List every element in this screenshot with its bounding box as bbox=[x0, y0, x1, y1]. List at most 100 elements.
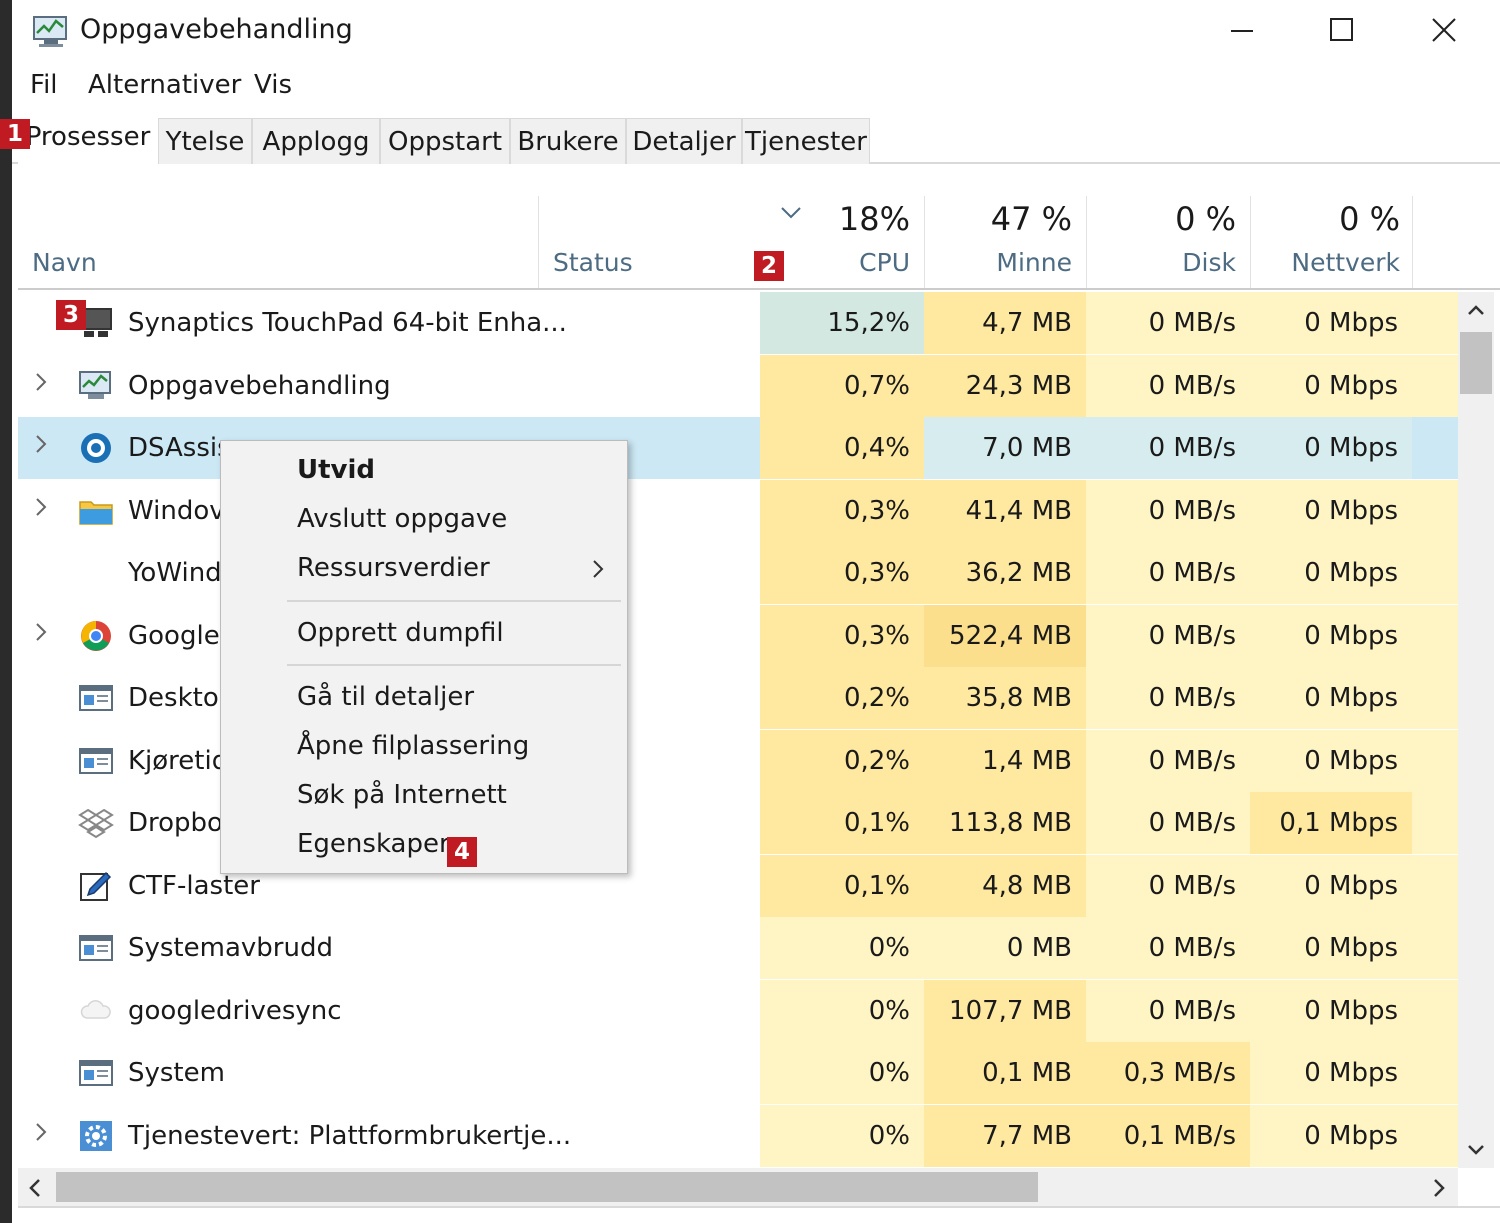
network-cell: 0 Mbps bbox=[1304, 620, 1398, 651]
context-menu: Utvid Avslutt oppgave Ressursverdier Opp… bbox=[220, 440, 628, 874]
context-separator bbox=[287, 664, 621, 666]
menu-view[interactable]: Vis bbox=[254, 70, 292, 100]
expand-chevron-icon[interactable] bbox=[34, 371, 54, 399]
column-status[interactable]: Status bbox=[553, 248, 633, 277]
tab-processes[interactable]: Prosesser bbox=[18, 110, 158, 164]
footer-divider bbox=[18, 1206, 1500, 1208]
scroll-up-arrow-icon[interactable] bbox=[1467, 304, 1485, 316]
tab-app-history[interactable]: Applogg bbox=[252, 118, 380, 164]
scroll-down-arrow-icon[interactable] bbox=[1467, 1144, 1485, 1156]
minimize-button[interactable] bbox=[1212, 6, 1272, 54]
memory-cell: 4,8 MB bbox=[982, 870, 1072, 901]
vertical-scrollbar[interactable] bbox=[1458, 292, 1494, 1168]
process-name: System bbox=[128, 1058, 225, 1088]
cpu-cell: 0,4% bbox=[843, 433, 910, 463]
maximize-button[interactable] bbox=[1312, 6, 1372, 54]
row-tail-bg bbox=[1412, 354, 1458, 417]
cpu-cell: 0,1% bbox=[843, 808, 910, 838]
table-row[interactable]: 15,2% 4,7 MB 0 MB/s 0 Mbps Synaptics TouchPa… bbox=[18, 292, 1458, 354]
expand-chevron-icon[interactable] bbox=[34, 1121, 54, 1149]
menu-file[interactable]: Fil bbox=[30, 70, 58, 100]
scroll-right-arrow-icon[interactable] bbox=[1432, 1178, 1446, 1198]
cpu-cell: 0,7% bbox=[843, 370, 910, 401]
table-row[interactable]: 0,7% 24,3 MB 0 MB/s 0 Mbps Oppgavebehandling bbox=[18, 354, 1458, 417]
chrome-icon bbox=[78, 619, 114, 653]
memory-cell: 35,8 MB bbox=[965, 683, 1072, 713]
memory-total-percent: 47 % bbox=[990, 200, 1072, 238]
cpu-cell: 0% bbox=[868, 1120, 910, 1151]
close-button[interactable] bbox=[1414, 6, 1474, 54]
process-name: googledrivesync bbox=[128, 995, 342, 1026]
row-tail-bg bbox=[1412, 729, 1458, 792]
context-item-create-dump[interactable]: Opprett dumpfil bbox=[297, 618, 504, 648]
memory-cell: 1,4 MB bbox=[982, 745, 1072, 776]
disk-cell: 0 MB/s bbox=[1148, 933, 1236, 963]
desktop-edge bbox=[0, 0, 12, 1223]
cpu-cell: 0,2% bbox=[843, 683, 910, 713]
table-row[interactable]: 0% 107,7 MB 0 MB/s 0 Mbps googledrivesync bbox=[18, 979, 1458, 1042]
selected-row-highlight bbox=[1412, 417, 1458, 479]
scroll-left-arrow-icon[interactable] bbox=[28, 1178, 42, 1198]
network-cell: 0 Mbps bbox=[1304, 870, 1398, 901]
memory-cell: 113,8 MB bbox=[949, 808, 1072, 838]
expand-chevron-icon[interactable] bbox=[34, 496, 54, 524]
process-name: YoWind bbox=[128, 558, 222, 588]
disk-cell: 0 MB/s bbox=[1148, 808, 1236, 838]
minimize-icon bbox=[1231, 30, 1253, 32]
memory-cell: 41,4 MB bbox=[965, 495, 1072, 526]
tab-startup[interactable]: Oppstart bbox=[380, 118, 510, 164]
memory-cell: 0 MB bbox=[1006, 933, 1072, 963]
horizontal-scrollbar[interactable] bbox=[18, 1168, 1458, 1206]
menu-bar: Fil Alternativer Vis bbox=[12, 62, 1500, 108]
column-network[interactable]: Nettverk bbox=[1250, 248, 1400, 277]
process-name: Systemavbrudd bbox=[128, 933, 333, 963]
tab-details[interactable]: Detaljer bbox=[626, 118, 742, 164]
column-name[interactable]: Navn bbox=[32, 248, 97, 277]
disk-total-percent: 0 % bbox=[1175, 200, 1236, 238]
context-item-expand[interactable]: Utvid bbox=[297, 455, 375, 485]
network-cell: 0 Mbps bbox=[1304, 495, 1398, 526]
pen-edit-icon bbox=[78, 869, 114, 903]
context-item-end-task[interactable]: Avslutt oppgave bbox=[297, 504, 507, 534]
app-window-icon bbox=[78, 931, 114, 965]
tab-users[interactable]: Brukere bbox=[510, 118, 626, 164]
context-item-open-file-location[interactable]: Åpne filplassering bbox=[297, 731, 529, 761]
disk-cell: 0 MB/s bbox=[1148, 870, 1236, 901]
expand-chevron-icon[interactable] bbox=[34, 433, 54, 461]
app-window-icon bbox=[78, 744, 114, 778]
network-cell: 0 Mbps bbox=[1304, 1120, 1398, 1151]
dropbox-icon bbox=[78, 806, 114, 840]
column-memory[interactable]: Minne bbox=[924, 248, 1072, 277]
menu-options[interactable]: Alternativer bbox=[88, 70, 241, 100]
expand-chevron-icon[interactable] bbox=[34, 621, 54, 649]
context-item-go-to-details[interactable]: Gå til detaljer bbox=[297, 682, 474, 712]
horizontal-scroll-thumb[interactable] bbox=[56, 1172, 1038, 1202]
disk-cell: 0 MB/s bbox=[1148, 620, 1236, 651]
disk-cell: 0 MB/s bbox=[1148, 370, 1236, 401]
table-row[interactable]: 0% 7,7 MB 0,1 MB/s 0 Mbps Tjenestevert: Plat… bbox=[18, 1104, 1458, 1167]
process-name: Oppgavebehandling bbox=[128, 370, 391, 401]
row-tail-bg bbox=[1412, 1042, 1458, 1104]
title-bar[interactable]: Oppgavebehandling bbox=[12, 0, 1500, 62]
memory-cell: 107,7 MB bbox=[949, 995, 1072, 1026]
maximize-icon bbox=[1330, 18, 1353, 41]
disk-cell: 0 MB/s bbox=[1148, 683, 1236, 713]
column-separator bbox=[538, 196, 539, 288]
context-separator bbox=[287, 600, 621, 602]
context-item-resource-values[interactable]: Ressursverdier bbox=[297, 553, 490, 583]
table-row[interactable]: 0% 0 MB 0 MB/s 0 Mbps Systemavbrudd bbox=[18, 917, 1458, 979]
cpu-cell: 15,2% bbox=[827, 308, 910, 338]
tab-performance[interactable]: Ytelse bbox=[158, 118, 252, 164]
context-item-properties[interactable]: Egenskaper bbox=[297, 829, 450, 859]
cpu-cell: 0,1% bbox=[843, 870, 910, 901]
process-name: Dropbo bbox=[128, 808, 223, 838]
column-disk[interactable]: Disk bbox=[1086, 248, 1236, 277]
context-item-search-online[interactable]: Søk på Internett bbox=[297, 780, 507, 810]
row-tail-bg bbox=[1412, 292, 1458, 354]
vertical-scroll-thumb[interactable] bbox=[1460, 332, 1492, 394]
submenu-chevron-right-icon bbox=[593, 560, 604, 578]
cpu-cell: 0,2% bbox=[843, 745, 910, 776]
table-row[interactable]: 0% 0,1 MB 0,3 MB/s 0 Mbps System bbox=[18, 1042, 1458, 1104]
tab-services[interactable]: Tjenester bbox=[742, 118, 870, 164]
tab-strip: Prosesser Ytelse Applogg Oppstart Bruker… bbox=[12, 108, 1500, 164]
